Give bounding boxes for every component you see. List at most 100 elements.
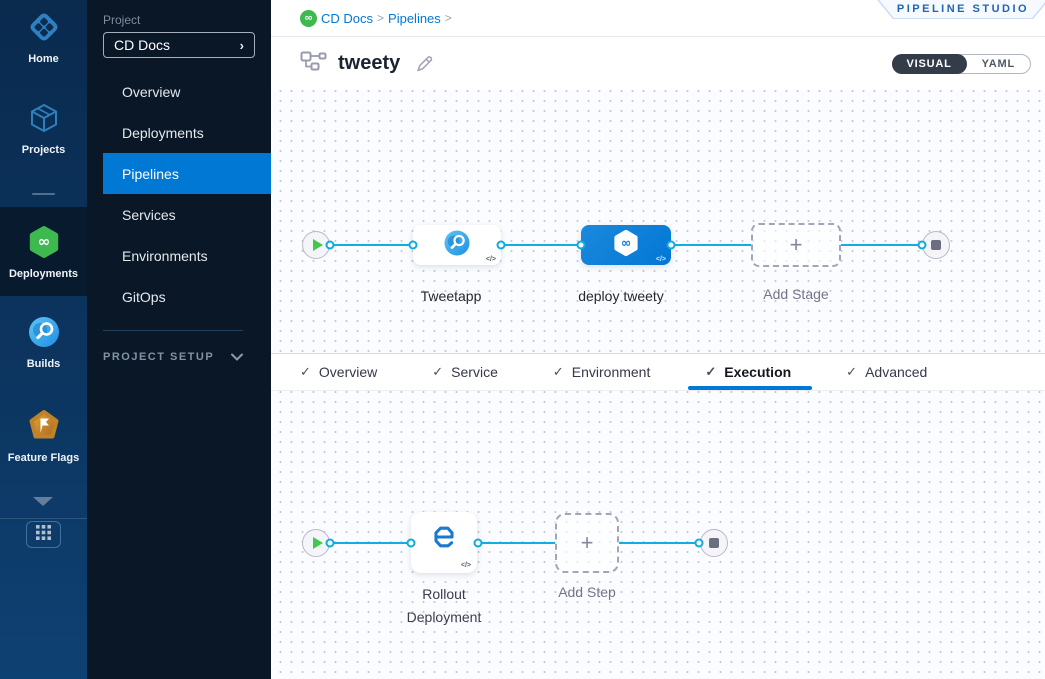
check-icon: ✓ bbox=[432, 364, 443, 380]
rail-item-builds[interactable]: Builds bbox=[0, 314, 87, 370]
rail-item-label: Home bbox=[28, 53, 59, 65]
tab-service[interactable]: ✓ Service bbox=[432, 354, 498, 390]
connector-dot bbox=[695, 539, 704, 548]
connector-line bbox=[330, 542, 411, 544]
project-sidebar: Project CD Docs › Overview Deployments P… bbox=[87, 0, 271, 679]
sidebar-item-label: Overview bbox=[122, 84, 180, 100]
toggle-yaml[interactable]: YAML bbox=[967, 54, 1030, 74]
stop-icon bbox=[709, 538, 719, 548]
sidebar-item-label: GitOps bbox=[122, 289, 166, 305]
code-glyph: </> bbox=[461, 562, 471, 569]
connector-line bbox=[478, 542, 555, 544]
rail-item-label: Builds bbox=[27, 358, 61, 370]
step-label-rollout[interactable]: Rollout Deployment bbox=[379, 586, 509, 625]
feature-flags-icon bbox=[26, 408, 62, 449]
tab-advanced[interactable]: ✓ Advanced bbox=[846, 354, 927, 390]
title-bar: tweety VISUAL YAML bbox=[271, 37, 1045, 90]
stage-config-tabs: ✓ Overview ✓ Service ✓ Environment ✓ Exe… bbox=[271, 353, 1045, 391]
connector-line bbox=[330, 244, 413, 246]
sidebar-divider bbox=[103, 330, 243, 331]
add-step-button[interactable]: + bbox=[555, 513, 619, 573]
rail-divider bbox=[0, 518, 87, 519]
rail-item-projects[interactable]: Projects bbox=[0, 100, 87, 156]
connector-line bbox=[841, 244, 922, 246]
rail-item-deployments[interactable]: ∞ Deployments bbox=[0, 207, 87, 296]
sidebar-item-label: Environments bbox=[122, 248, 208, 264]
project-setup-toggle[interactable]: PROJECT SETUP bbox=[103, 348, 243, 366]
tab-label: Execution bbox=[724, 364, 791, 380]
cd-hexagon-icon: ∞ bbox=[26, 224, 62, 265]
svg-text:∞: ∞ bbox=[621, 235, 631, 250]
apps-grid-icon bbox=[36, 525, 51, 545]
connector-dot bbox=[497, 241, 506, 250]
ci-circle-icon bbox=[26, 314, 62, 355]
tab-overview[interactable]: ✓ Overview bbox=[300, 354, 377, 390]
add-stage-button[interactable]: + bbox=[751, 223, 841, 267]
connector-line bbox=[501, 244, 581, 246]
add-stage-label[interactable]: Add Stage bbox=[731, 286, 861, 302]
step-label-line1: Rollout bbox=[379, 586, 509, 602]
execution-canvas[interactable]: </> + Rollout Deployment Add Step bbox=[271, 391, 1045, 679]
rail-divider-dash bbox=[32, 193, 55, 195]
sidebar-item-gitops[interactable]: GitOps bbox=[87, 276, 271, 317]
stage-node-tweetapp[interactable]: </> bbox=[413, 225, 501, 265]
add-step-label[interactable]: Add Step bbox=[522, 584, 652, 600]
connector-dot bbox=[667, 241, 676, 250]
breadcrumb-bar: ∞ CD Docs > Pipelines > PIPELINE STUDIO bbox=[271, 0, 1045, 37]
rail-item-home[interactable]: Home bbox=[0, 9, 87, 65]
sidebar-item-label: Pipelines bbox=[122, 166, 179, 182]
tab-label: Environment bbox=[572, 364, 651, 380]
pipeline-flow-icon bbox=[300, 51, 327, 76]
sidebar-nav: Overview Deployments Pipelines Services … bbox=[87, 71, 271, 317]
cd-stage-icon: ∞ bbox=[610, 227, 642, 264]
rollout-deployment-icon bbox=[431, 524, 457, 555]
connector-dot bbox=[407, 539, 416, 548]
tab-label: Overview bbox=[319, 364, 377, 380]
tab-label: Advanced bbox=[865, 364, 927, 380]
connector-dot bbox=[326, 241, 335, 250]
check-icon: ✓ bbox=[553, 364, 564, 380]
sidebar-item-environments[interactable]: Environments bbox=[87, 235, 271, 276]
edit-pencil-icon[interactable] bbox=[415, 54, 434, 73]
play-icon bbox=[313, 537, 323, 549]
connector-line bbox=[619, 542, 699, 544]
project-label: Project bbox=[103, 13, 140, 27]
pipeline-studio-badge: PIPELINE STUDIO bbox=[877, 0, 1045, 19]
stage-label-deploy-tweety[interactable]: deploy tweety bbox=[556, 288, 686, 304]
cd-module-icon: ∞ bbox=[300, 10, 317, 27]
nav-rail: Home Projects ∞ Deployments bbox=[0, 0, 87, 679]
stage-canvas[interactable]: </> ∞ </> + Tweetapp deploy tweety Add S… bbox=[271, 90, 1045, 353]
breadcrumb-link-project[interactable]: CD Docs bbox=[321, 11, 373, 26]
connector-line bbox=[671, 244, 751, 246]
stop-icon bbox=[931, 240, 941, 250]
sidebar-item-overview[interactable]: Overview bbox=[87, 71, 271, 112]
rail-item-feature-flags[interactable]: Feature Flags bbox=[0, 408, 87, 464]
sidebar-item-deployments[interactable]: Deployments bbox=[87, 112, 271, 153]
connector-dot bbox=[409, 241, 418, 250]
breadcrumb-separator: > bbox=[377, 11, 384, 25]
sidebar-item-pipelines[interactable]: Pipelines bbox=[103, 153, 271, 194]
connector-dot bbox=[577, 241, 586, 250]
toggle-visual[interactable]: VISUAL bbox=[892, 54, 967, 74]
project-selector[interactable]: CD Docs › bbox=[103, 32, 255, 58]
ci-stage-icon bbox=[442, 228, 472, 263]
visual-yaml-toggle[interactable]: VISUAL YAML bbox=[892, 54, 1032, 74]
rail-item-label: Deployments bbox=[9, 268, 78, 280]
execution-end-node[interactable] bbox=[700, 529, 728, 557]
pipeline-studio-badge-label: PIPELINE STUDIO bbox=[897, 3, 1029, 15]
code-glyph: </> bbox=[486, 256, 496, 263]
chevron-down-icon[interactable] bbox=[33, 497, 53, 506]
projects-cube-icon bbox=[26, 100, 62, 141]
apps-grid-button[interactable] bbox=[26, 521, 61, 548]
step-node-rollout-deployment[interactable]: </> bbox=[411, 512, 477, 573]
code-glyph: </> bbox=[656, 256, 666, 263]
check-icon: ✓ bbox=[846, 364, 857, 380]
stage-label-tweetapp[interactable]: Tweetapp bbox=[386, 288, 516, 304]
plus-icon: + bbox=[581, 532, 594, 554]
step-label-line2: Deployment bbox=[379, 609, 509, 625]
breadcrumb-link-pipelines[interactable]: Pipelines bbox=[388, 11, 441, 26]
tab-environment[interactable]: ✓ Environment bbox=[553, 354, 651, 390]
tab-execution[interactable]: ✓ Execution bbox=[705, 354, 791, 390]
sidebar-item-services[interactable]: Services bbox=[87, 194, 271, 235]
stage-node-deploy-tweety[interactable]: ∞ </> bbox=[581, 225, 671, 265]
